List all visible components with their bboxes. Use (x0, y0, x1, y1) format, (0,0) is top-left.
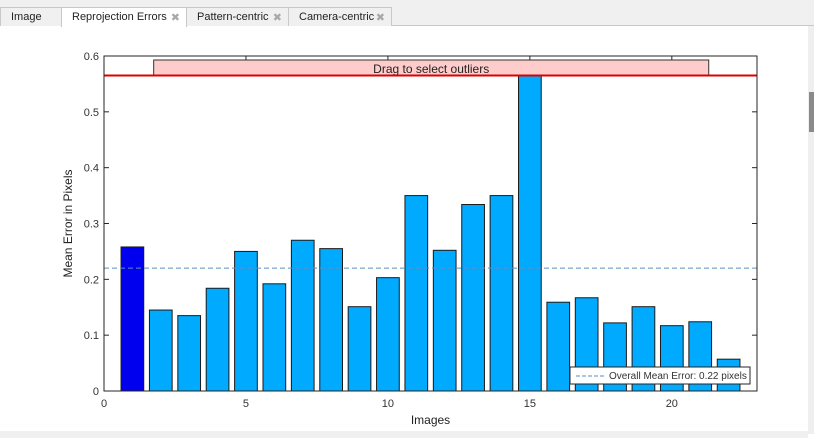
legend: Overall Mean Error: 0.22 pixels (569, 366, 751, 385)
reprojection-errors-chart[interactable]: 0 0.1 0.2 0.3 0.4 0.5 0.6 0 5 10 15 20 Drag to sel… (0, 0, 814, 438)
bar-image-13[interactable] (461, 204, 485, 392)
bar-image-2[interactable] (148, 309, 173, 392)
bar-image-4[interactable] (205, 287, 230, 392)
bar-image-8[interactable] (319, 248, 343, 392)
x-tick-label: 15 (524, 398, 536, 410)
x-axis-label: Images (411, 413, 450, 427)
bar-series (120, 75, 741, 392)
y-tick-label: 0.2 (84, 274, 99, 286)
y-tick-label: 0 (93, 386, 99, 398)
y-tick-label: 0.6 (84, 51, 99, 63)
x-tick-label: 5 (243, 398, 249, 410)
bar-image-7[interactable] (290, 239, 315, 392)
axes-frame (103, 55, 758, 392)
bar-image-11[interactable] (404, 195, 429, 392)
bar-image-9[interactable] (347, 306, 372, 392)
y-tick-label: 0.1 (84, 330, 99, 342)
y-axis-label: Mean Error in Pixels (61, 169, 75, 277)
bar-image-3[interactable] (177, 315, 202, 392)
bar-image-5[interactable] (234, 250, 258, 392)
y-tick-label: 0.3 (84, 219, 99, 231)
bar-image-15[interactable] (518, 75, 542, 392)
bar-image-14[interactable] (489, 195, 514, 392)
bar-image-16[interactable] (546, 301, 571, 392)
outlier-selection-label: Drag to select outliers (373, 62, 489, 76)
x-tick-label: 20 (666, 398, 678, 410)
x-tick-label: 10 (382, 398, 394, 410)
y-tick-label: 0.4 (84, 163, 99, 175)
legend-entry: Overall Mean Error: 0.22 pixels (609, 371, 747, 382)
bar-image-12[interactable] (432, 249, 457, 392)
x-tick-label: 0 (101, 398, 107, 410)
bar-image-10[interactable] (376, 277, 400, 392)
bar-image-6[interactable] (262, 283, 287, 392)
y-tick-label: 0.5 (84, 107, 99, 119)
